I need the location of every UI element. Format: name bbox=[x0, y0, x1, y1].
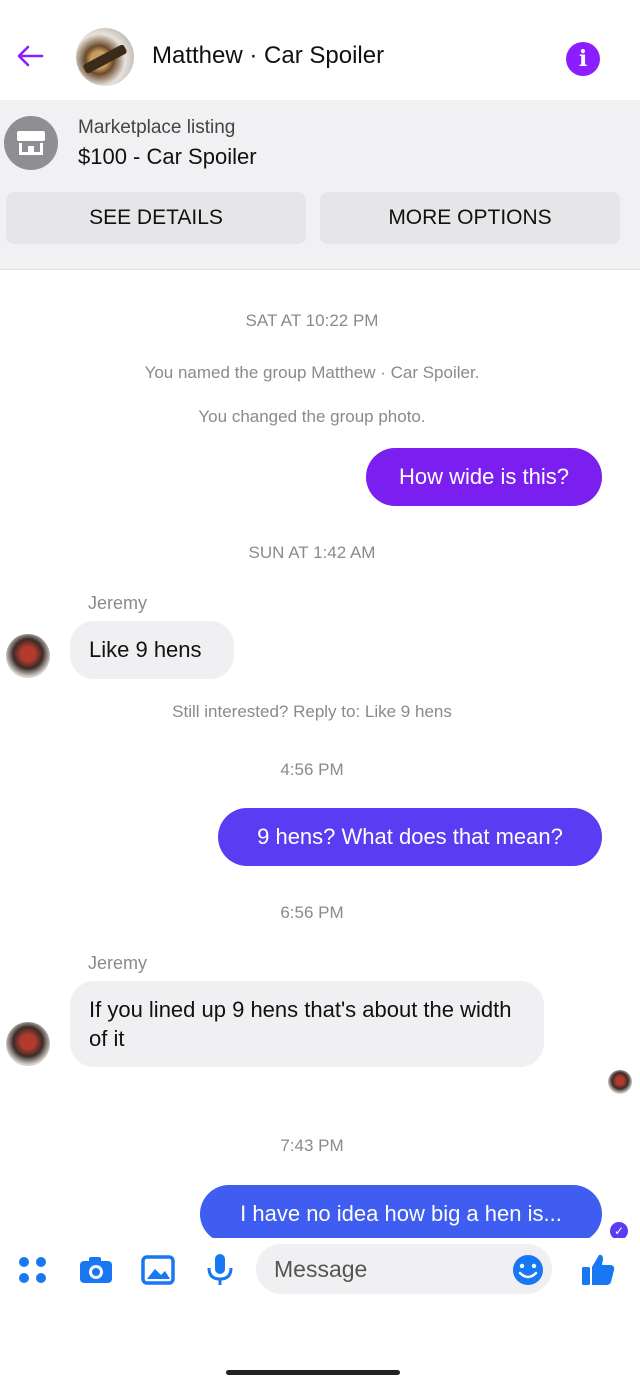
outgoing-message-bubble[interactable]: 9 hens? What does that mean? bbox=[218, 808, 602, 866]
system-message: Still interested? Reply to: Like 9 hens bbox=[172, 702, 452, 721]
listing-title: $100 - Car Spoiler bbox=[78, 144, 257, 169]
system-message: You named the group Matthew · Car Spoile… bbox=[144, 363, 480, 382]
microphone-icon[interactable] bbox=[200, 1252, 240, 1288]
sender-name: Jeremy bbox=[88, 953, 148, 973]
back-arrow-icon[interactable] bbox=[14, 40, 46, 72]
listing-kind-label: Marketplace listing bbox=[78, 117, 236, 138]
sender-name: Jeremy bbox=[88, 593, 148, 613]
read-receipt-avatar bbox=[608, 1070, 632, 1094]
timestamp: SAT AT 10:22 PM bbox=[245, 311, 379, 330]
timestamp: SUN AT 1:42 AM bbox=[248, 543, 376, 562]
conversation-header: Matthew · Car Spoiler i bbox=[0, 0, 640, 100]
message-input-placeholder: Message bbox=[274, 1256, 368, 1282]
more-options-button[interactable]: MORE OPTIONS bbox=[320, 192, 620, 244]
incoming-message-bubble[interactable]: Like 9 hens bbox=[70, 621, 234, 679]
jeremy-avatar[interactable] bbox=[6, 1022, 50, 1066]
incoming-message-bubble[interactable]: If you lined up 9 hens that's about the … bbox=[70, 981, 544, 1067]
like-thumb-icon[interactable] bbox=[578, 1252, 618, 1288]
camera-icon[interactable] bbox=[76, 1252, 116, 1288]
info-icon[interactable]: i bbox=[566, 42, 600, 76]
timestamp: 4:56 PM bbox=[280, 760, 344, 779]
outgoing-message-bubble[interactable]: How wide is this? bbox=[366, 448, 602, 506]
home-indicator[interactable] bbox=[226, 1370, 400, 1375]
conversation-title[interactable]: Matthew · Car Spoiler bbox=[152, 42, 384, 70]
timestamp: 6:56 PM bbox=[280, 903, 344, 922]
marketplace-store-icon bbox=[4, 116, 58, 170]
system-message: You changed the group photo. bbox=[198, 407, 426, 426]
emoji-icon[interactable] bbox=[508, 1252, 548, 1288]
more-actions-icon[interactable] bbox=[14, 1252, 54, 1288]
gallery-icon[interactable] bbox=[138, 1252, 178, 1288]
group-photo-avatar[interactable] bbox=[76, 28, 134, 86]
outgoing-message-bubble[interactable]: I have no idea how big a hen is... bbox=[200, 1185, 602, 1243]
see-details-button[interactable]: SEE DETAILS bbox=[6, 192, 306, 244]
jeremy-avatar[interactable] bbox=[6, 634, 50, 678]
timestamp: 7:43 PM bbox=[280, 1136, 344, 1155]
